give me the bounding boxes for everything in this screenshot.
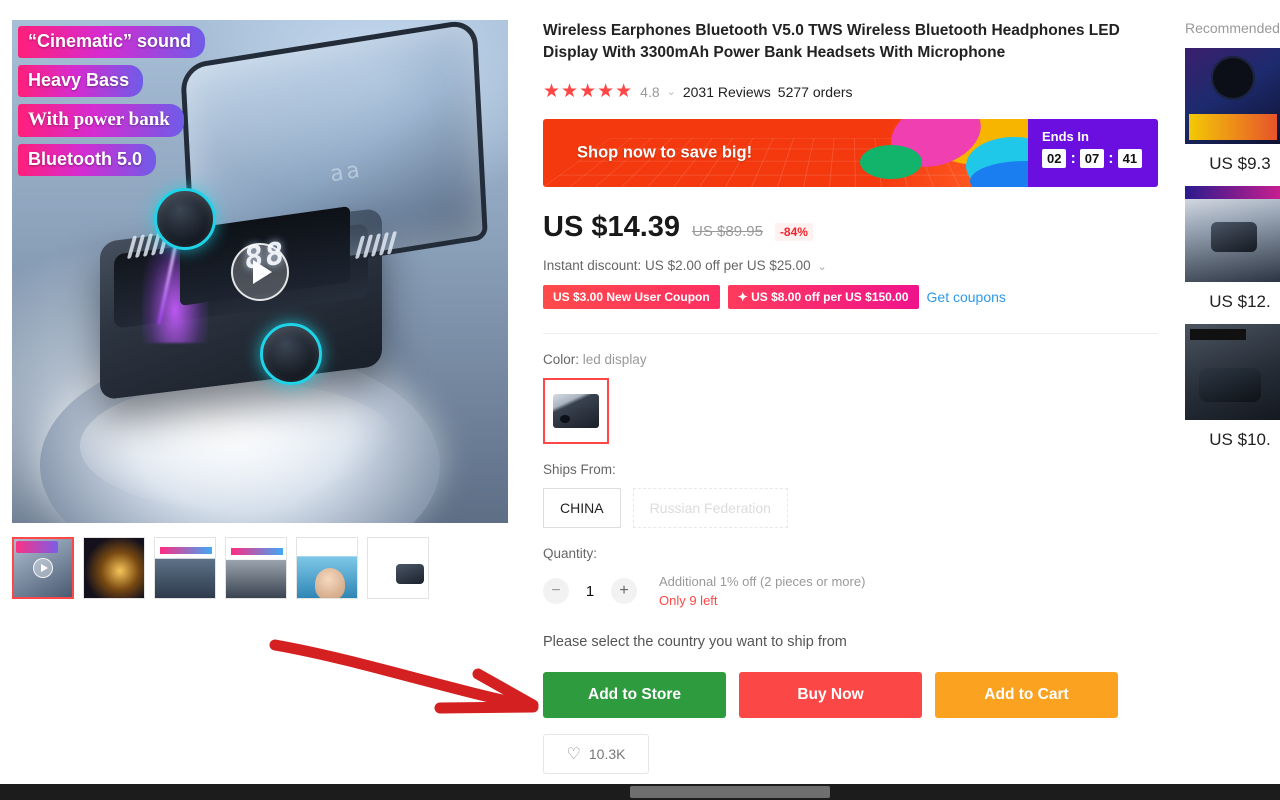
thumbnail-2[interactable]	[83, 537, 145, 599]
buy-now-button[interactable]: Buy Now	[739, 672, 922, 718]
countdown-label: Ends In	[1042, 129, 1089, 144]
instant-discount-row[interactable]: Instant discount: US $2.00 off per US $2…	[543, 258, 1158, 273]
earbud-right	[260, 323, 322, 385]
thumbnail-play-icon	[33, 558, 53, 578]
quantity-value[interactable]: 1	[581, 583, 599, 600]
coupon-row: US $3.00 New User Coupon ✦ US $8.00 off …	[543, 285, 1158, 309]
ships-from-label: Ships From:	[543, 462, 616, 477]
ships-from-china[interactable]: CHINA	[543, 488, 621, 528]
promo-banner[interactable]: Shop now to save big! Ends In 02 : 07 : …	[543, 119, 1158, 187]
quantity-notes: Additional 1% off (2 pieces or more) Onl…	[659, 572, 865, 610]
thumbnail-1-video[interactable]	[12, 537, 74, 599]
bulk-discount-note: Additional 1% off (2 pieces or more)	[659, 574, 866, 589]
lid-display-text: aa	[328, 157, 365, 188]
play-video-button[interactable]	[231, 242, 289, 301]
recommended-sidebar: Recommended US $9.3 US $12. US $10.	[1185, 20, 1280, 450]
earbud-left	[154, 188, 216, 250]
instant-discount-text: Instant discount: US $2.00 off per US $2…	[543, 258, 811, 273]
chevron-down-icon[interactable]: ⌄	[667, 85, 676, 98]
add-to-store-button[interactable]: Add to Store	[543, 672, 726, 718]
current-price: US $14.39	[543, 211, 681, 243]
recommended-price-2: US $12.	[1209, 292, 1271, 311]
stock-note: Only 9 left	[659, 593, 718, 608]
coupon-spend-save[interactable]: ✦ US $8.00 off per US $150.00	[727, 285, 919, 309]
color-swatch-list	[543, 378, 1158, 444]
review-count[interactable]: 2031 Reviews	[683, 84, 771, 100]
recommended-title: Recommended	[1185, 20, 1280, 36]
product-title: Wireless Earphones Bluetooth V5.0 TWS Wi…	[543, 22, 1120, 61]
image-badge-bluetooth: Bluetooth 5.0	[18, 144, 157, 176]
recommended-image-3	[1185, 324, 1280, 420]
thumbnail-6[interactable]	[367, 537, 429, 599]
color-label: Color: led display	[543, 352, 1158, 367]
section-divider	[543, 333, 1158, 334]
thumbnail-5[interactable]	[296, 537, 358, 599]
heart-icon: ♡	[566, 746, 581, 763]
ships-from-russia-disabled: Russian Federation	[632, 488, 788, 528]
ship-country-notice: Please select the country you want to sh…	[543, 634, 847, 650]
main-product-image[interactable]: aa 88 “Cinematic” sound Heavy Bass With …	[12, 20, 508, 523]
add-to-cart-button[interactable]: Add to Cart	[935, 672, 1118, 718]
quantity-increase-button[interactable]: +	[611, 578, 637, 604]
thumbnail-4[interactable]	[225, 537, 287, 599]
image-badge-heavy-bass: Heavy Bass	[18, 65, 144, 97]
countdown-timer: 02 : 07 : 41	[1042, 149, 1158, 168]
product-page: aa 88 “Cinematic” sound Heavy Bass With …	[0, 0, 1280, 800]
order-count: 5277 orders	[777, 83, 853, 100]
wishlist-count: 10.3K	[588, 746, 626, 762]
get-coupons-link[interactable]: Get coupons	[927, 289, 1006, 305]
recommended-image-1	[1185, 48, 1280, 144]
image-badge-power-bank: With power bank	[18, 104, 184, 137]
promo-blob-green	[860, 145, 922, 179]
horizontal-scrollbar[interactable]	[0, 784, 1280, 800]
recommended-price-1: US $9.3	[1209, 154, 1271, 173]
star-rating-icon: ★★★★★	[543, 81, 634, 102]
thumbnail-3[interactable]	[154, 537, 216, 599]
promo-text: Shop now to save big!	[577, 143, 753, 162]
scrollbar-thumb[interactable]	[630, 786, 830, 798]
countdown-minutes: 07	[1079, 149, 1105, 168]
quantity-label: Quantity:	[543, 546, 598, 561]
image-badge-cinematic: “Cinematic” sound	[18, 26, 206, 58]
rating-row: ★★★★★ 4.8 ⌄ 2031 Reviews 5277 orders	[543, 80, 1158, 103]
countdown-separator-2: :	[1108, 149, 1114, 167]
recommended-item-2[interactable]: US $12.	[1185, 186, 1280, 312]
color-value: led display	[582, 352, 647, 367]
product-gallery: aa 88 “Cinematic” sound Heavy Bass With …	[12, 20, 508, 599]
countdown-separator-1: :	[1070, 149, 1076, 167]
ships-from-options: CHINA Russian Federation	[543, 488, 1158, 528]
recommended-item-3[interactable]: US $10.	[1185, 324, 1280, 450]
discount-badge: -84%	[774, 223, 813, 241]
wishlist-button[interactable]: ♡ 10.3K	[543, 734, 649, 774]
countdown-panel: Ends In 02 : 07 : 41	[1028, 119, 1158, 187]
quantity-row: − 1 + Additional 1% off (2 pieces or mor…	[543, 572, 1158, 610]
recommended-price-3: US $10.	[1209, 430, 1271, 449]
countdown-seconds: 41	[1117, 149, 1143, 168]
play-triangle-icon	[253, 259, 272, 284]
countdown-hours: 02	[1042, 149, 1067, 168]
recommended-item-1[interactable]: US $9.3	[1185, 48, 1280, 174]
color-swatch-led-display[interactable]	[543, 378, 609, 444]
rating-score: 4.8	[640, 83, 660, 100]
price-row: US $14.39 US $89.95 -84%	[543, 211, 1158, 244]
thumbnail-strip	[12, 537, 508, 599]
original-price: US $89.95	[692, 223, 763, 240]
quantity-decrease-button[interactable]: −	[543, 578, 569, 604]
chevron-down-icon[interactable]: ⌄	[817, 261, 826, 273]
product-details: Wireless Earphones Bluetooth V5.0 TWS Wi…	[543, 20, 1158, 774]
action-button-row: Add to Store Buy Now Add to Cart	[543, 672, 1158, 718]
recommended-image-2	[1185, 186, 1280, 282]
coupon-new-user[interactable]: US $3.00 New User Coupon	[543, 285, 720, 309]
image-badge-list: “Cinematic” sound Heavy Bass With power …	[18, 26, 318, 183]
swatch-thumbnail	[553, 394, 599, 428]
color-label-text: Color:	[543, 352, 580, 367]
